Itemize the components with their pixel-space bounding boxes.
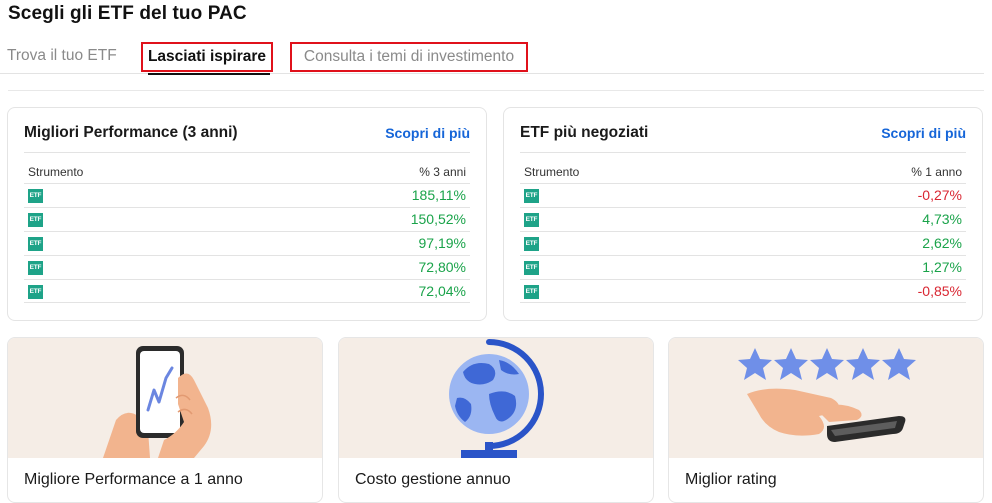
divider — [520, 152, 966, 153]
table-row[interactable]: ETF 4,73% — [520, 207, 966, 231]
return-value: 97,19% — [418, 235, 466, 251]
table-row[interactable]: ETF 72,04% — [24, 279, 470, 303]
etf-badge-icon: ETF — [524, 213, 539, 227]
etf-badge-icon: ETF — [28, 237, 43, 251]
page-title: Scegli gli ETF del tuo PAC — [8, 3, 247, 24]
discover-more-link[interactable]: Scopri di più — [881, 125, 966, 141]
return-value: 1,27% — [922, 259, 962, 275]
etf-badge-icon: ETF — [524, 285, 539, 299]
tile-annual-cost[interactable]: Costo gestione annuo — [338, 337, 654, 503]
return-value: 2,62% — [922, 235, 962, 251]
divider — [24, 152, 470, 153]
etf-badge-icon: ETF — [524, 189, 539, 203]
tile-best-performance-1y[interactable]: Migliore Performance a 1 anno — [7, 337, 323, 503]
return-value: 72,04% — [418, 283, 466, 299]
tab-lasciati-ispirare[interactable]: Lasciati ispirare — [141, 42, 273, 72]
active-tab-indicator — [148, 73, 270, 75]
column-header-instrument: Strumento — [524, 165, 580, 179]
tile-best-rating[interactable]: Miglior rating — [668, 337, 984, 503]
etf-badge-icon: ETF — [28, 213, 43, 227]
card-title: ETF più negoziati — [520, 124, 649, 141]
etf-badge-icon: ETF — [28, 261, 43, 275]
discover-more-link[interactable]: Scopri di più — [385, 125, 470, 141]
card-most-traded: ETF più negoziati Scopri di più Strument… — [503, 107, 983, 321]
etf-badge-icon: ETF — [28, 285, 43, 299]
card-best-performance: Migliori Performance (3 anni) Scopri di … — [7, 107, 487, 321]
globe-illustration — [339, 338, 653, 458]
return-value: 72,80% — [418, 259, 466, 275]
column-header-instrument: Strumento — [28, 165, 84, 179]
column-header-return: % 3 anni — [419, 165, 466, 179]
tab-bar: Trova il tuo ETF Lasciati ispirare Consu… — [0, 40, 984, 74]
return-value: -0,27% — [917, 187, 962, 203]
table-row[interactable]: ETF -0,85% — [520, 279, 966, 303]
table-row[interactable]: ETF 1,27% — [520, 255, 966, 279]
return-value: 150,52% — [410, 211, 466, 227]
card-title: Migliori Performance (3 anni) — [24, 124, 238, 141]
tile-label: Migliore Performance a 1 anno — [24, 471, 243, 488]
phone-chart-illustration — [8, 338, 322, 458]
etf-badge-icon: ETF — [524, 261, 539, 275]
tab-temi-investimento[interactable]: Consulta i temi di investimento — [290, 42, 528, 72]
return-value: 4,73% — [922, 211, 962, 227]
tab-trova-etf[interactable]: Trova il tuo ETF — [7, 42, 117, 72]
table-row[interactable]: ETF -0,27% — [520, 183, 966, 207]
divider — [8, 90, 984, 91]
table-row[interactable]: ETF 97,19% — [24, 231, 470, 255]
table-row[interactable]: ETF 150,52% — [24, 207, 470, 231]
column-header-return: % 1 anno — [911, 165, 962, 179]
table-row[interactable]: ETF 2,62% — [520, 231, 966, 255]
tile-label: Miglior rating — [685, 471, 777, 488]
rating-illustration — [669, 338, 983, 458]
tile-label: Costo gestione annuo — [355, 471, 511, 488]
etf-badge-icon: ETF — [28, 189, 43, 203]
return-value: 185,11% — [411, 187, 466, 203]
return-value: -0,85% — [917, 283, 962, 299]
etf-badge-icon: ETF — [524, 237, 539, 251]
table-row[interactable]: ETF 185,11% — [24, 183, 470, 207]
table-row[interactable]: ETF 72,80% — [24, 255, 470, 279]
